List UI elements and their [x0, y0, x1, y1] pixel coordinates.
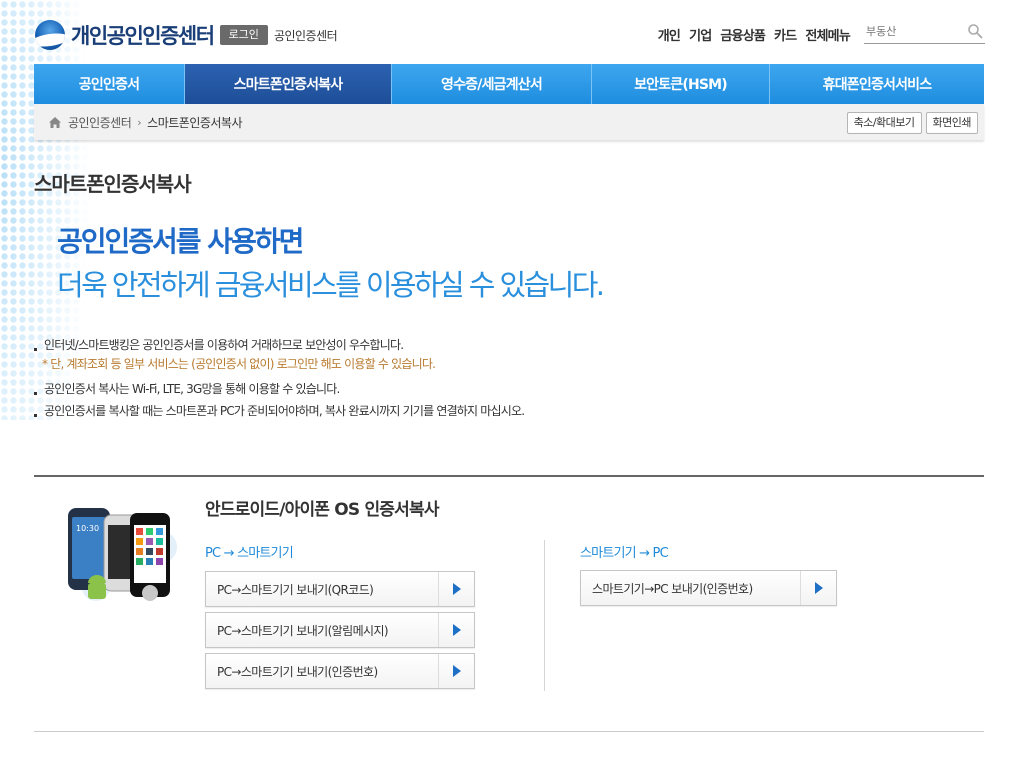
arrow-right-icon [814, 582, 823, 594]
logo-emblem-icon [35, 20, 65, 50]
pc-to-smart-code-button[interactable]: PC→스마트기기 보내기(인증번호) [205, 653, 475, 689]
arrow-right-icon [452, 583, 461, 595]
pc-to-smart-heading: PC → 스마트기기 [205, 546, 294, 561]
section-divider-top [34, 475, 984, 477]
view-tools: 축소/확대보기 화면인쇄 [846, 112, 978, 134]
pc-to-smart-push-button[interactable]: PC→스마트기기 보내기(알림메시지) [205, 612, 475, 648]
pc-to-smart-qr-button[interactable]: PC→스마트기기 보내기(QR코드) [205, 571, 475, 607]
gnb-item-certificate[interactable]: 공인인증서 [34, 64, 185, 104]
gnb-item-receipt-tax[interactable]: 영수증/세금계산서 [392, 64, 592, 104]
gnb-item-mobile-certificate[interactable]: 휴대폰인증서서비스 [770, 64, 984, 104]
page-title: 스마트폰인증서복사 [34, 172, 192, 196]
section-divider-bottom [34, 731, 984, 732]
gnb-item-smartphone-copy[interactable]: 스마트폰인증서복사 [185, 64, 392, 104]
breadcrumb: 공인인증센터 › 스마트폰인증서복사 [48, 114, 243, 131]
android-icon [88, 575, 106, 599]
logo-text: 개인공인인증센터 [71, 24, 215, 48]
button-label: PC→스마트기기 보내기(알림메시지) [217, 623, 389, 638]
center-name-link[interactable]: 공인인증센터 [274, 27, 338, 44]
button-label: PC→스마트기기 보내기(QR코드) [217, 582, 374, 597]
util-nav-products[interactable]: 금융상품 [720, 25, 765, 44]
smart-to-pc-heading: 스마트기기 → PC [580, 546, 669, 561]
top-header: 개인공인인증센터 로그인 공인인증센터 개인 기업 금융상품 카드 전체메뉴 [35, 18, 985, 54]
breadcrumb-item-center[interactable]: 공인인증센터 [68, 114, 132, 131]
column-divider [544, 540, 545, 691]
arrow-right-icon [452, 624, 461, 636]
smart-to-pc-code-button[interactable]: 스마트기기→PC 보내기(인증번호) [580, 570, 837, 606]
apple-icon [142, 585, 158, 601]
print-button[interactable]: 화면인쇄 [925, 112, 978, 134]
zoom-button[interactable]: 축소/확대보기 [846, 112, 922, 134]
login-button[interactable]: 로그인 [219, 25, 268, 45]
button-label: PC→스마트기기 보내기(인증번호) [217, 664, 378, 679]
site-logo[interactable]: 개인공인인증센터 로그인 공인인증센터 [35, 18, 338, 52]
smartphones-illustration: 10:30 [68, 508, 177, 601]
home-icon[interactable] [48, 116, 62, 129]
breadcrumb-separator-icon: › [137, 116, 142, 129]
note-item: 공인인증서 복사는 Wi-Fi, LTE, 3G망을 통해 이용할 수 있습니다… [34, 378, 524, 400]
main-navigation: 공인인증서 스마트폰인증서복사 영수증/세금계산서 보안토큰(HSM) 휴대폰인… [34, 64, 984, 104]
search-input[interactable] [864, 20, 960, 43]
util-nav-all-menu[interactable]: 전체메뉴 [805, 25, 850, 44]
arrow-right-icon [452, 665, 461, 677]
util-nav-business[interactable]: 기업 [689, 25, 712, 44]
gnb-item-security-token[interactable]: 보안토큰(HSM) [592, 64, 770, 104]
search-icon[interactable] [967, 23, 983, 39]
search-box [864, 20, 985, 44]
phone-clock: 10:30 [76, 524, 99, 533]
button-label: 스마트기기→PC 보내기(인증번호) [592, 581, 753, 596]
breadcrumb-item-current: 스마트폰인증서복사 [147, 116, 243, 130]
note-item: 공인인증서를 복사할 때는 스마트폰과 PC가 준비되어야하며, 복사 완료시까… [34, 400, 525, 422]
note-subitem: * 단, 계좌조회 등 일부 서비스는 (공인인증서 없이) 로그인만 해도 이… [42, 357, 436, 371]
util-nav-personal[interactable]: 개인 [658, 25, 681, 44]
breadcrumb-bar: 공인인증센터 › 스마트폰인증서복사 축소/확대보기 화면인쇄 [34, 104, 984, 140]
utility-nav: 개인 기업 금융상품 카드 전체메뉴 [658, 25, 851, 44]
copy-section-title: 안드로이드/아이폰 OS 인증서복사 [205, 500, 439, 520]
hero-subheadline: 더욱 안전하게 금융서비스를 이용하실 수 있습니다. [57, 268, 605, 302]
info-notes: 인터넷/스마트뱅킹은 공인인증서를 이용하여 거래하므로 보안성이 우수합니다.… [34, 334, 525, 422]
hero-headline: 공인인증서를 사용하면 [57, 225, 304, 258]
util-nav-card[interactable]: 카드 [774, 25, 797, 44]
